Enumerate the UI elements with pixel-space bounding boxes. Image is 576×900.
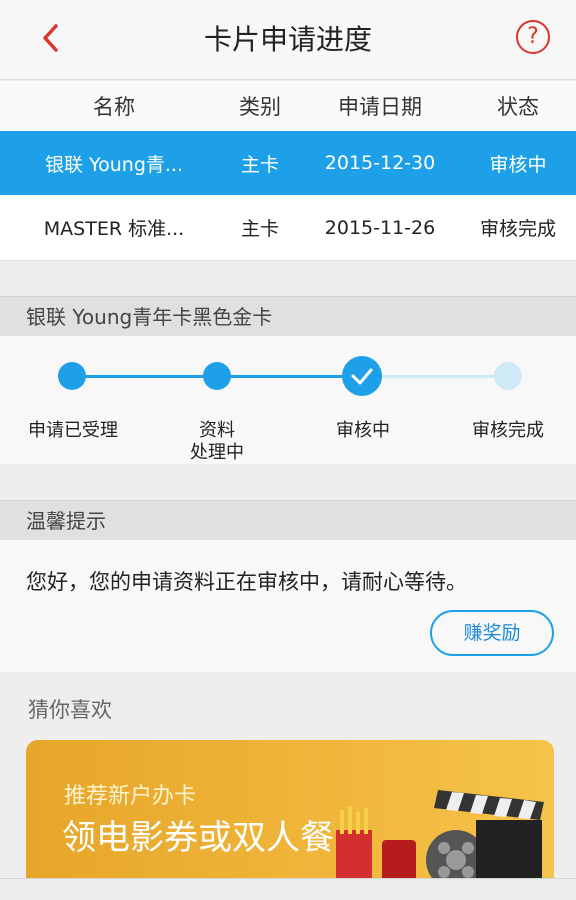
row-status: 审核完成 bbox=[479, 218, 556, 240]
row-card-name: MASTER 标准... bbox=[43, 218, 185, 240]
progress-line-pending bbox=[362, 375, 508, 378]
banner-headline: 领电影券或双人餐 bbox=[62, 818, 334, 858]
tips-panel: 您好，您的申请资料正在审核中，请耐心等待。 赚奖励 bbox=[0, 540, 576, 672]
step-label-1: 申请已受理 bbox=[28, 420, 118, 441]
recommend-title: 猜你喜欢 bbox=[28, 698, 112, 722]
tips-title: 温馨提示 bbox=[0, 500, 576, 540]
app-header: 卡片申请进度 ? bbox=[0, 0, 576, 80]
row-apply-date: 2015-11-26 bbox=[324, 216, 436, 239]
row-card-type: 主卡 bbox=[240, 153, 279, 176]
row-card-type: 主卡 bbox=[240, 218, 279, 240]
col-name-header: 名称 bbox=[93, 95, 135, 119]
row-status: 审核中 bbox=[489, 153, 547, 176]
application-table: 名称 类别 申请日期 状态 银联 Young青... 主卡 2015-12-30… bbox=[0, 81, 576, 261]
step-label-2: 资料 处理中 bbox=[190, 420, 244, 463]
banner-subtitle: 推荐新户办卡 bbox=[64, 784, 197, 809]
promo-banner[interactable]: 推荐新户办卡 领电影券或双人餐 bbox=[26, 740, 554, 900]
earn-reward-button[interactable]: 赚奖励 bbox=[430, 610, 554, 656]
page-title: 卡片申请进度 bbox=[203, 23, 372, 56]
col-type-header: 类别 bbox=[239, 95, 281, 119]
help-icon[interactable]: ? bbox=[516, 20, 550, 54]
table-row[interactable]: MASTER 标准... 主卡 2015-11-26 审核完成 bbox=[0, 195, 576, 261]
row-card-name: 银联 Young青... bbox=[44, 153, 183, 176]
step-dot-4 bbox=[494, 362, 522, 390]
row-apply-date: 2015-12-30 bbox=[324, 152, 436, 174]
step-dot-2 bbox=[203, 362, 231, 390]
tips-message: 您好，您的申请资料正在审核中，请耐心等待。 bbox=[26, 570, 467, 594]
table-header: 名称 类别 申请日期 状态 bbox=[0, 81, 576, 131]
step-dot-1 bbox=[58, 362, 86, 390]
col-status-header: 状态 bbox=[497, 95, 539, 119]
bottom-bar bbox=[0, 878, 576, 900]
col-date-header: 申请日期 bbox=[338, 95, 422, 119]
step-label-3: 审核中 bbox=[336, 420, 390, 441]
table-row-selected[interactable]: 银联 Young青... 主卡 2015-12-30 审核中 bbox=[0, 131, 576, 195]
step-dot-current-check-icon bbox=[342, 356, 382, 396]
progress-tracker: 申请已受理 资料 处理中 审核中 审核完成 bbox=[0, 336, 576, 464]
progress-card-title: 银联 Young青年卡黑色金卡 bbox=[0, 296, 576, 336]
step-label-4: 审核完成 bbox=[472, 420, 544, 441]
